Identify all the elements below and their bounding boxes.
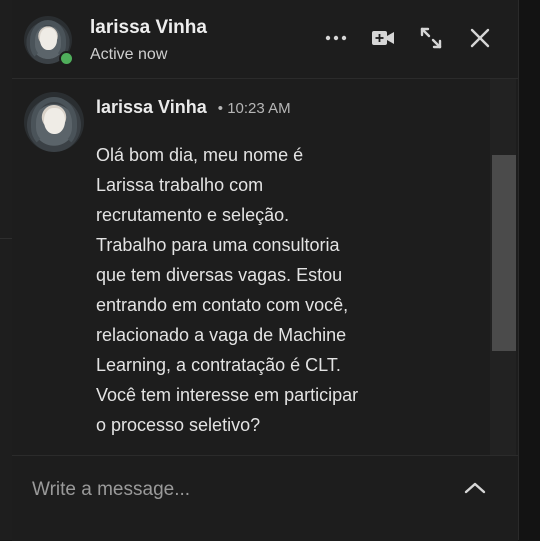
presence-status: Active now xyxy=(90,46,168,63)
background-divider xyxy=(0,238,12,239)
expand-composer-button[interactable] xyxy=(460,473,490,503)
video-call-icon xyxy=(372,31,394,45)
timestamp-text: 10:23 AM xyxy=(227,100,291,117)
more-icon xyxy=(325,35,347,41)
message-header: larissa Vinha • 10:23 AM xyxy=(96,97,291,118)
close-button[interactable] xyxy=(466,24,494,52)
maximize-icon xyxy=(420,27,442,49)
message-timestamp: • 10:23 AM xyxy=(218,100,291,117)
sender-avatar[interactable] xyxy=(24,92,84,152)
chat-header[interactable]: larissa Vinha Active now xyxy=(12,0,518,79)
video-call-button[interactable] xyxy=(369,24,397,52)
background-strip xyxy=(0,0,12,540)
message-list[interactable]: larissa Vinha • 10:23 AM Olá bom dia, me… xyxy=(12,79,490,455)
chat-window: larissa Vinha Active now larissa Vinha •… xyxy=(12,0,519,541)
message-text: Olá bom dia, meu nome é Larissa trabalho… xyxy=(96,145,359,435)
scrollbar-thumb[interactable] xyxy=(492,155,516,351)
more-options-button[interactable] xyxy=(322,24,350,52)
maximize-button[interactable] xyxy=(417,24,445,52)
contact-name[interactable]: larissa Vinha xyxy=(90,17,207,39)
window-edge xyxy=(519,0,540,540)
online-status-dot xyxy=(59,51,74,66)
message-input[interactable] xyxy=(30,474,434,506)
message-composer xyxy=(12,455,518,541)
timestamp-separator: • xyxy=(217,100,224,117)
sender-name[interactable]: larissa Vinha xyxy=(96,97,207,117)
close-icon xyxy=(470,28,490,48)
chevron-up-icon xyxy=(464,482,486,494)
